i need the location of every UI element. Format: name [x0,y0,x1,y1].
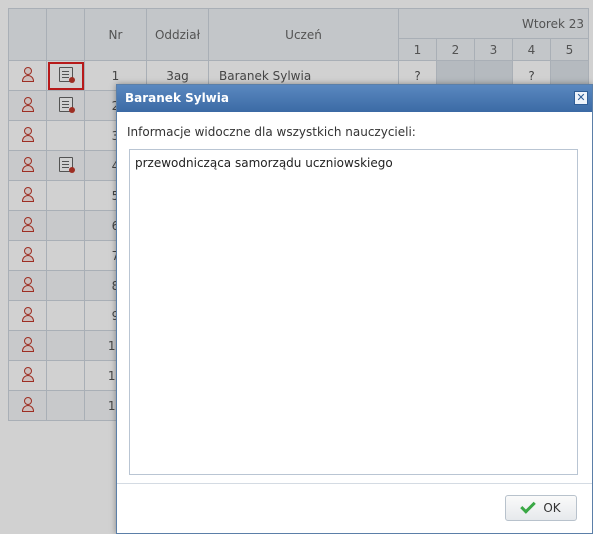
dialog-divider [117,483,592,484]
dialog-title: Baranek Sylwia [125,91,229,105]
note-textarea[interactable]: przewodnicząca samorządu uczniowskiego [129,149,578,475]
ok-button-label: OK [543,501,561,515]
check-icon [520,498,537,514]
close-icon[interactable]: ✕ [574,91,588,105]
dialog-titlebar: Baranek Sylwia ✕ [117,85,592,112]
ok-button[interactable]: OK [505,495,577,521]
dialog-label: Informacje widoczne dla wszystkich naucz… [127,125,416,139]
student-note-dialog: Baranek Sylwia ✕ Informacje widoczne dla… [116,84,593,534]
